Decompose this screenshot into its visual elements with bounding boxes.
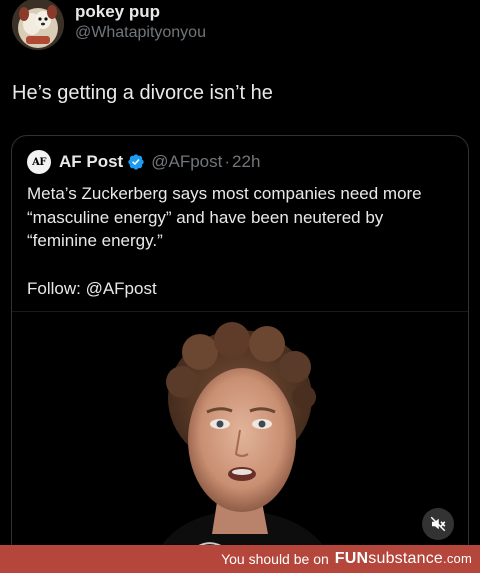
af-post-logo[interactable]: AF	[27, 150, 51, 174]
display-name[interactable]: pokey pup	[75, 1, 206, 23]
footer-text: You should be on	[221, 551, 329, 567]
verified-badge-icon	[127, 153, 145, 171]
funsubstance-logo[interactable]: FUNsubstance.com	[335, 550, 472, 568]
quote-timestamp[interactable]: 22h	[232, 152, 260, 172]
user-meta: pokey pup @Whatapityonyou	[75, 1, 206, 43]
quote-follow-text: Follow: @AFpost	[27, 279, 157, 298]
quote-author-name[interactable]: AF Post	[59, 152, 123, 172]
brand-tld: .com	[443, 551, 472, 566]
quote-media-video[interactable]	[12, 311, 468, 564]
quote-header: AF AF Post @AFpost · 22h	[27, 150, 260, 174]
brand-sub: substance	[368, 550, 444, 567]
brand-bold: FUN	[334, 550, 369, 567]
video-frame-image	[12, 312, 468, 564]
post-text: He’s getting a divorce isn’t he	[12, 82, 273, 104]
watermark-footer: You should be on FUNsubstance.com	[0, 545, 480, 573]
quote-author-handle[interactable]: @AFpost	[151, 152, 222, 172]
avatar[interactable]	[12, 0, 64, 50]
mute-button[interactable]	[422, 508, 454, 540]
quote-body-text: Meta’s Zuckerberg says most companies ne…	[27, 184, 422, 250]
post-header: pokey pup @Whatapityonyou	[12, 0, 468, 52]
quoted-post-card[interactable]: AF AF Post @AFpost · 22h Meta’s Zuckerbe…	[11, 135, 469, 565]
mute-icon	[430, 516, 446, 532]
user-handle[interactable]: @Whatapityonyou	[75, 23, 206, 43]
separator-dot: ·	[224, 152, 231, 171]
avatar-image	[12, 0, 64, 50]
